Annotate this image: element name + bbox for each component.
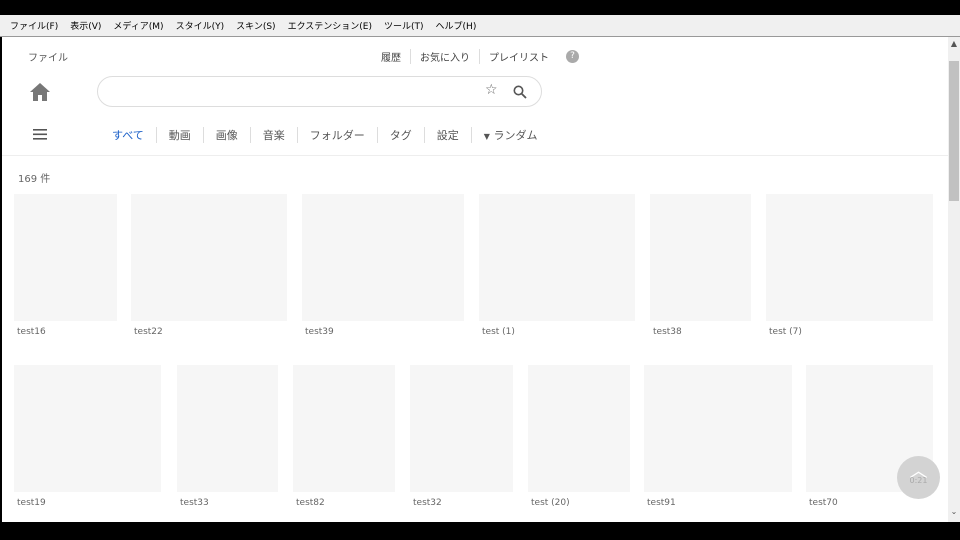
scroll-up-icon[interactable]: ▲	[948, 39, 960, 48]
help-icon[interactable]: ?	[566, 50, 579, 63]
search-icon[interactable]	[513, 85, 527, 99]
scrollbar[interactable]: ▲ ⌄	[948, 37, 960, 522]
menu-skin[interactable]: スキン(S)	[236, 19, 275, 32]
media-thumbnail[interactable]	[650, 194, 751, 321]
sort-dropdown[interactable]: ▼ ランダム	[470, 127, 550, 143]
page-title: ファイル	[28, 53, 68, 64]
scrollbar-thumb[interactable]	[949, 61, 959, 201]
tab-video[interactable]: 動画	[155, 127, 203, 143]
media-title[interactable]: test19	[17, 498, 46, 508]
menu-bar: ファイル(F) 表示(V) メディア(M) スタイル(Y) スキン(S) エクス…	[0, 15, 960, 37]
tab-settings[interactable]: 設定	[423, 127, 471, 143]
scroll-top-button[interactable]: ︿ 0:21	[897, 456, 940, 499]
menu-view[interactable]: 表示(V)	[70, 19, 101, 32]
tab-music[interactable]: 音楽	[249, 127, 297, 143]
media-thumbnail[interactable]	[293, 365, 395, 492]
tab-image[interactable]: 画像	[202, 127, 250, 143]
scroll-down-icon[interactable]: ⌄	[948, 507, 960, 516]
item-count: 169 件	[18, 174, 51, 185]
divider	[2, 155, 948, 156]
media-title[interactable]: test (7)	[769, 327, 802, 337]
media-title[interactable]: test70	[809, 498, 838, 508]
video-time: 0:21	[909, 476, 928, 485]
media-thumbnail[interactable]	[479, 194, 635, 321]
media-title[interactable]: test82	[296, 498, 325, 508]
category-tabs: すべて 動画 画像 音楽 フォルダー タグ 設定 ▼ ランダム	[100, 127, 549, 143]
app-content: ファイル 履歴 お気に入り プレイリスト ? ☆ すべて 動画 画像 音楽 フォ…	[2, 37, 948, 522]
favorites-link[interactable]: お気に入り	[410, 49, 479, 64]
menu-extension[interactable]: エクステンション(E)	[288, 19, 372, 32]
menu-file[interactable]: ファイル(F)	[10, 19, 58, 32]
home-icon[interactable]	[29, 82, 51, 102]
search-box[interactable]: ☆	[97, 76, 542, 107]
caret-down-icon: ▼	[483, 132, 490, 141]
media-title[interactable]: test16	[17, 327, 46, 337]
media-title[interactable]: test39	[305, 327, 334, 337]
media-title[interactable]: test22	[134, 327, 163, 337]
media-title[interactable]: test (20)	[531, 498, 570, 508]
playlist-link[interactable]: プレイリスト	[479, 49, 558, 64]
hamburger-menu-icon[interactable]	[33, 129, 47, 140]
media-thumbnail[interactable]	[14, 194, 117, 321]
search-input[interactable]	[112, 84, 472, 100]
media-title[interactable]: test32	[413, 498, 442, 508]
media-thumbnail[interactable]	[528, 365, 630, 492]
media-title[interactable]: test (1)	[482, 327, 515, 337]
media-thumbnail[interactable]	[131, 194, 287, 321]
menu-media[interactable]: メディア(M)	[113, 19, 163, 32]
media-thumbnail[interactable]	[14, 365, 161, 492]
media-thumbnail[interactable]	[766, 194, 933, 321]
media-thumbnail[interactable]	[410, 365, 513, 492]
media-thumbnail[interactable]	[177, 365, 278, 492]
tab-all[interactable]: すべて	[100, 127, 156, 143]
top-links: 履歴 お気に入り プレイリスト ?	[372, 49, 579, 64]
media-title[interactable]: test33	[180, 498, 209, 508]
star-icon[interactable]: ☆	[485, 82, 498, 98]
menu-style[interactable]: スタイル(Y)	[176, 19, 225, 32]
media-title[interactable]: test38	[653, 327, 682, 337]
tab-folder[interactable]: フォルダー	[296, 127, 377, 143]
media-thumbnail[interactable]	[644, 365, 792, 492]
history-link[interactable]: 履歴	[372, 49, 410, 64]
media-title[interactable]: test91	[647, 498, 676, 508]
menu-help[interactable]: ヘルプ(H)	[436, 19, 477, 32]
menu-tools[interactable]: ツール(T)	[384, 19, 424, 32]
tab-tag[interactable]: タグ	[376, 127, 424, 143]
media-thumbnail[interactable]	[302, 194, 464, 321]
